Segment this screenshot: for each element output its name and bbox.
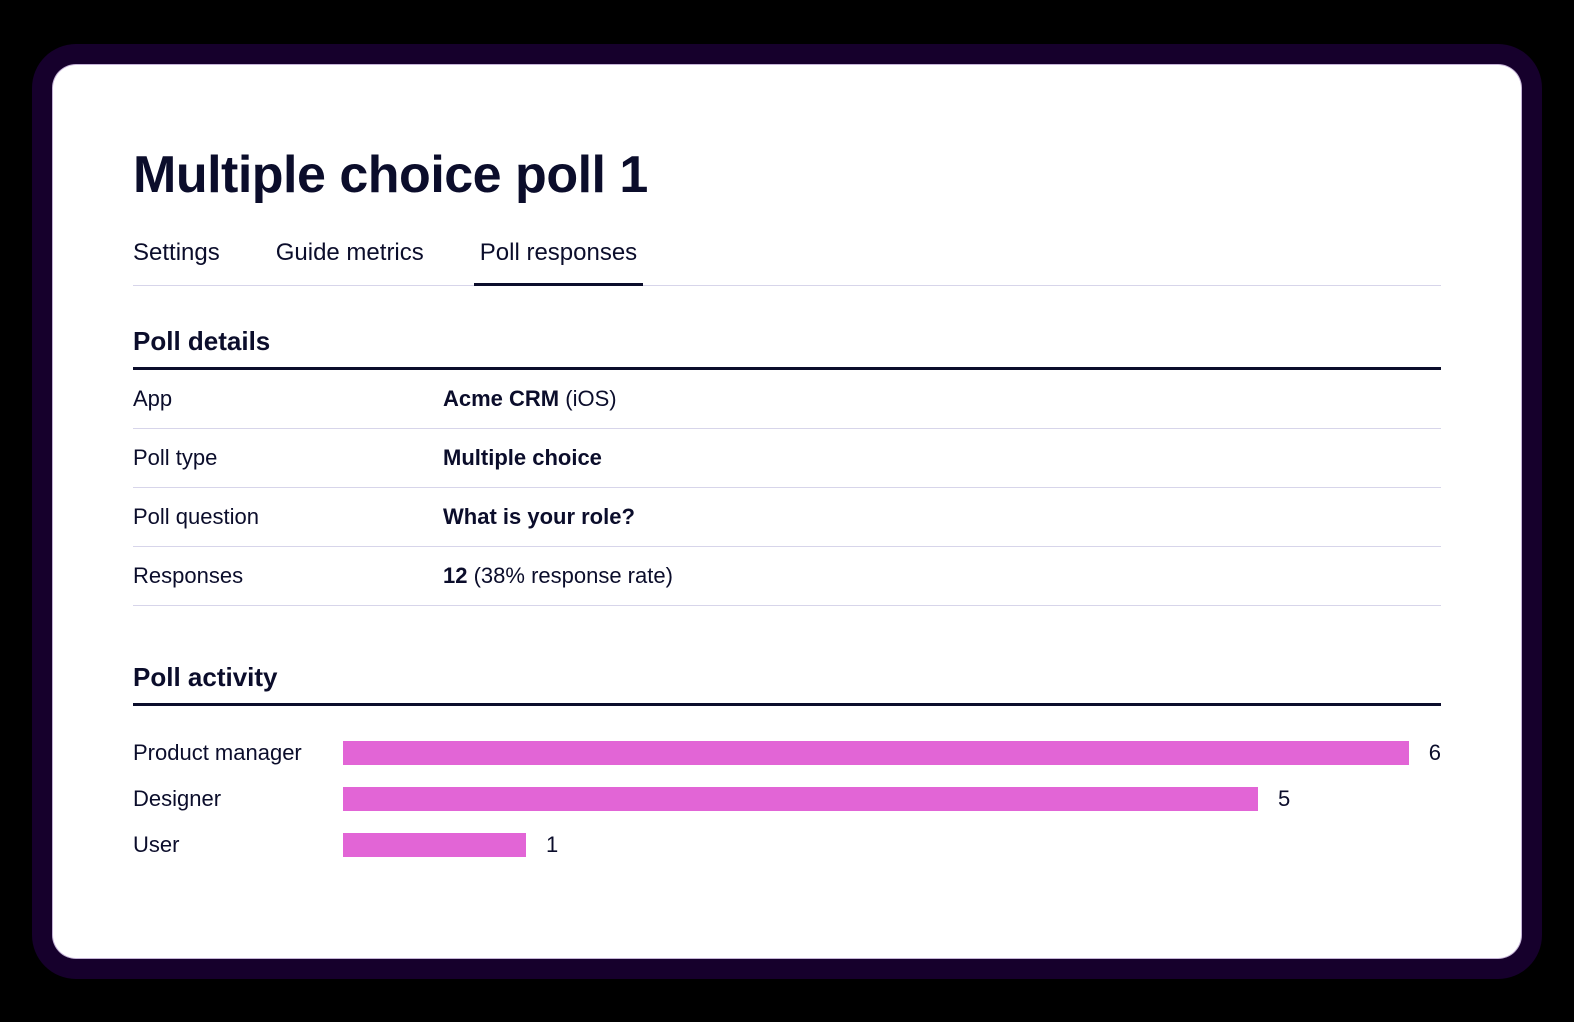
- page-title: Multiple choice poll 1: [133, 145, 1441, 205]
- tab-label: Poll responses: [480, 239, 637, 266]
- activity-chart: Product manager 6 Designer 5 User 1: [133, 706, 1441, 868]
- detail-value: 12 (38% response rate): [443, 546, 1441, 605]
- detail-value-rest: (iOS): [559, 386, 616, 411]
- activity-row: User 1: [133, 822, 1441, 868]
- detail-value: Acme CRM (iOS): [443, 370, 1441, 429]
- poll-activity-section: Poll activity Product manager 6 Designer 5 U…: [133, 662, 1441, 868]
- detail-value-bold: 12: [443, 563, 467, 588]
- activity-label: User: [133, 832, 343, 858]
- activity-label: Designer: [133, 786, 343, 812]
- activity-bar-value: 1: [546, 832, 558, 858]
- detail-value-bold: What is your role?: [443, 504, 635, 529]
- detail-label: Responses: [133, 546, 443, 605]
- detail-value-bold: Acme CRM: [443, 386, 559, 411]
- section-title-activity: Poll activity: [133, 662, 1441, 706]
- poll-detail-card: Multiple choice poll 1 Settings Guide me…: [52, 64, 1522, 959]
- activity-bar-value: 5: [1278, 786, 1290, 812]
- detail-value-rest: (38% response rate): [467, 563, 672, 588]
- detail-label: App: [133, 370, 443, 429]
- detail-row-responses: Responses 12 (38% response rate): [133, 546, 1441, 605]
- detail-value: Multiple choice: [443, 428, 1441, 487]
- activity-bar: [343, 741, 1409, 765]
- tab-label: Settings: [133, 239, 220, 266]
- detail-value-bold: Multiple choice: [443, 445, 602, 470]
- activity-bar-value: 6: [1429, 740, 1441, 766]
- detail-label: Poll type: [133, 428, 443, 487]
- detail-row-type: Poll type Multiple choice: [133, 428, 1441, 487]
- activity-label: Product manager: [133, 740, 343, 766]
- section-title-details: Poll details: [133, 326, 1441, 370]
- activity-row: Product manager 6: [133, 730, 1441, 776]
- poll-details-section: Poll details App Acme CRM (iOS) Poll typ…: [133, 326, 1441, 606]
- detail-row-app: App Acme CRM (iOS): [133, 370, 1441, 429]
- activity-row: Designer 5: [133, 776, 1441, 822]
- tab-guide-metrics[interactable]: Guide metrics: [276, 239, 424, 285]
- tabs-bar: Settings Guide metrics Poll responses: [133, 239, 1441, 286]
- activity-bar-area: 5: [343, 786, 1441, 812]
- detail-row-question: Poll question What is your role?: [133, 487, 1441, 546]
- activity-bar-area: 6: [343, 740, 1441, 766]
- activity-bar: [343, 833, 526, 857]
- detail-value: What is your role?: [443, 487, 1441, 546]
- activity-bar-area: 1: [343, 832, 1441, 858]
- tab-poll-responses[interactable]: Poll responses: [480, 239, 637, 285]
- tab-settings[interactable]: Settings: [133, 239, 220, 285]
- details-table: App Acme CRM (iOS) Poll type Multiple ch…: [133, 370, 1441, 606]
- tab-label: Guide metrics: [276, 239, 424, 266]
- activity-bar: [343, 787, 1258, 811]
- detail-label: Poll question: [133, 487, 443, 546]
